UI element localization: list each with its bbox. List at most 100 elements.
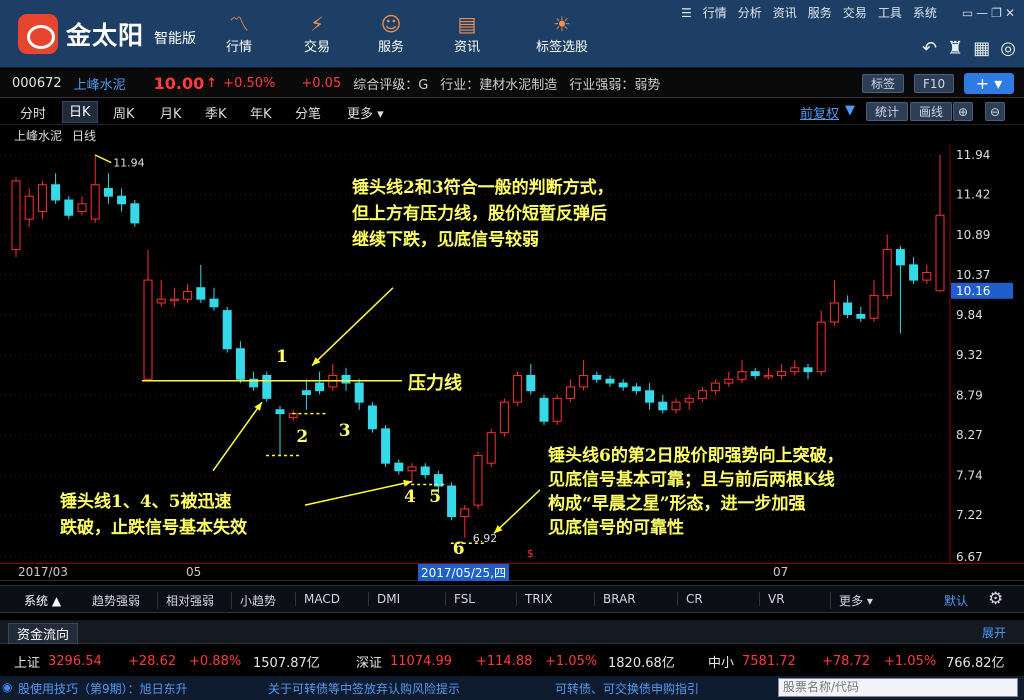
tab-more[interactable]: 更多 ▾ bbox=[347, 103, 384, 122]
candle-body bbox=[473, 455, 483, 506]
annotation-text-1: 锤头线2和3符合一般的判断方式， bbox=[352, 177, 614, 198]
window-controls[interactable]: ▭—❐✕ bbox=[962, 6, 1018, 20]
industry-strength: 行业强弱：弱势 bbox=[569, 77, 661, 93]
index-chg: +78.72 bbox=[822, 653, 871, 669]
nav-tag-pick[interactable]: ☀ 标签选股 bbox=[524, 12, 600, 55]
candle-body bbox=[196, 287, 206, 300]
arrow-to-hammer-1-head bbox=[254, 402, 262, 411]
tab-year-k[interactable]: 年K bbox=[250, 103, 272, 122]
candle-body bbox=[909, 264, 919, 281]
add-button[interactable]: + ▾ bbox=[964, 73, 1014, 94]
tab-timeshare[interactable]: 分时 bbox=[20, 103, 46, 122]
indicator-tab[interactable]: MACD bbox=[295, 592, 340, 606]
app-logo: 金太阳 智能版 bbox=[18, 14, 196, 54]
indicator-tab[interactable]: 趋势强弱 bbox=[84, 592, 140, 609]
menu-trade[interactable]: 交易 bbox=[843, 4, 867, 21]
nav-service[interactable]: ☺ 服务 bbox=[356, 12, 426, 55]
status-bar: ◉ 股使用技巧（第9期）：旭日东升 关于可转债等中签放弃认购风险提示 可转债、可… bbox=[0, 676, 1024, 700]
status-tip[interactable]: 股使用技巧（第9期）：旭日东升 bbox=[18, 680, 188, 697]
menu-news[interactable]: 资讯 bbox=[773, 4, 797, 21]
draw-button[interactable]: 画线 bbox=[910, 102, 953, 121]
y-tick-label: 7.22 bbox=[956, 508, 983, 522]
indicator-tab[interactable]: TRIX bbox=[516, 592, 552, 606]
menu-tools[interactable]: 工具 bbox=[878, 4, 902, 21]
stat-button[interactable]: 统计 bbox=[866, 102, 909, 121]
stock-name: 上峰水泥 bbox=[73, 77, 126, 93]
kline-svg[interactable]: 上峰水泥 日线 11.94 11.42 10.89 10.37 9.84 9.32 8.79… bbox=[0, 125, 1024, 565]
annotation-text-2: 跌破，止跌信号基本失效 bbox=[60, 517, 247, 538]
candle-body bbox=[539, 397, 549, 422]
candle-body bbox=[315, 382, 325, 392]
cursor-date: 2017/05/25,四 bbox=[418, 564, 509, 581]
status-notice[interactable]: 关于可转债等中签放弃认购风险提示 bbox=[268, 680, 460, 697]
nav-news[interactable]: ▤ 资讯 bbox=[432, 12, 502, 55]
app-name: 金太阳 bbox=[66, 21, 145, 50]
indicator-tab[interactable]: 小趋势 bbox=[231, 592, 276, 609]
tab-month-k[interactable]: 月K bbox=[160, 103, 182, 122]
status-guide[interactable]: 可转债、可交换债申购指引 bbox=[555, 680, 699, 697]
candle-body bbox=[460, 508, 470, 518]
candle-body bbox=[605, 378, 615, 384]
menu-service[interactable]: 服务 bbox=[808, 4, 832, 21]
high-leader-line bbox=[94, 154, 112, 164]
f10-button[interactable]: F10 bbox=[914, 74, 955, 93]
menu-list-icon[interactable]: ☰ bbox=[681, 6, 692, 20]
indicator-tab[interactable]: DMI bbox=[368, 592, 400, 606]
nav-market[interactable]: 〽行情 bbox=[204, 12, 274, 55]
toolbar-icons: ↶ ♜ ▦ ◎ bbox=[922, 38, 1016, 59]
gear-icon[interactable]: ⚙ bbox=[988, 589, 1003, 609]
back-icon[interactable]: ↶ bbox=[922, 38, 937, 59]
menu-market[interactable]: 行情 bbox=[703, 4, 727, 21]
building-icon[interactable]: ▦ bbox=[973, 38, 990, 59]
annotation-text-3: 构成“早晨之星”形态，进一步加强 bbox=[548, 493, 806, 514]
menu-system[interactable]: 系统 bbox=[913, 4, 937, 21]
tab-day-k[interactable]: 日K bbox=[62, 101, 98, 123]
candle-body bbox=[592, 374, 602, 380]
y-tick-label: 7.74 bbox=[956, 468, 983, 482]
nav-trade[interactable]: ⚡ 交易 bbox=[282, 12, 352, 55]
kline-chart[interactable]: 上峰水泥 日线 11.94 11.42 10.89 10.37 9.84 9.32 8.79… bbox=[0, 125, 1024, 565]
candle-body bbox=[367, 405, 377, 430]
fund-flow-tab[interactable]: 资金流向 bbox=[8, 623, 79, 644]
stock-rating: 综合评级：G bbox=[353, 77, 429, 93]
indicator-tab[interactable]: CR bbox=[677, 592, 703, 606]
zoom-in-icon[interactable]: ⊕ bbox=[953, 102, 974, 121]
tab-quarter-k[interactable]: 季K bbox=[205, 103, 227, 122]
menu-analysis[interactable]: 分析 bbox=[738, 4, 762, 21]
trophy-icon[interactable]: ♜ bbox=[947, 38, 963, 59]
expand-link[interactable]: 展开 bbox=[982, 624, 1006, 641]
candle-body bbox=[737, 371, 747, 380]
candle-body bbox=[354, 382, 364, 403]
indicator-tab[interactable]: 相对强弱 bbox=[157, 592, 214, 609]
indicator-tab[interactable]: FSL bbox=[445, 592, 475, 606]
candle-body bbox=[697, 390, 707, 399]
default-button[interactable]: 默认 bbox=[944, 592, 968, 609]
candle-body bbox=[103, 188, 113, 197]
candle-body bbox=[183, 291, 193, 300]
index-chg: +114.88 bbox=[476, 653, 533, 669]
restore-select[interactable]: 前复权 bbox=[800, 103, 839, 122]
candle-body bbox=[869, 294, 879, 319]
indicator-tab[interactable]: 更多 ▾ bbox=[830, 592, 873, 609]
stock-search-input[interactable]: 股票名称/代码 bbox=[778, 678, 1018, 697]
candle-body bbox=[552, 397, 562, 422]
tab-ticks[interactable]: 分笔 bbox=[295, 103, 321, 122]
candle-body bbox=[37, 184, 47, 212]
restore-chevron-icon[interactable]: ▼ bbox=[845, 103, 855, 118]
index-amount: 766.82亿 bbox=[946, 655, 1005, 671]
index-name: 上证 bbox=[14, 655, 41, 671]
stock-industry: 行业：建材水泥制造 bbox=[440, 77, 558, 93]
arrow-to-hammer-6 bbox=[493, 489, 541, 534]
indicator-tab[interactable]: VR bbox=[759, 592, 785, 606]
index-bar: 上证 3296.54 +28.62 +0.88% 1507.87亿 深证 110… bbox=[0, 648, 1024, 674]
hammer-number-2: 2 bbox=[296, 427, 308, 447]
board-button[interactable]: 标签 bbox=[862, 74, 905, 93]
indicator-tab[interactable]: BRAR bbox=[594, 592, 636, 606]
index-value: 7581.72 bbox=[742, 653, 796, 669]
tab-week-k[interactable]: 周K bbox=[113, 103, 135, 122]
stock-pct: +0.50% bbox=[223, 75, 276, 91]
candle-body bbox=[526, 374, 536, 392]
zoom-out-icon[interactable]: ⊖ bbox=[985, 102, 1006, 121]
swirl-icon[interactable]: ◎ bbox=[1000, 38, 1016, 59]
system-toggle[interactable]: 系统 ▲ bbox=[24, 592, 61, 609]
